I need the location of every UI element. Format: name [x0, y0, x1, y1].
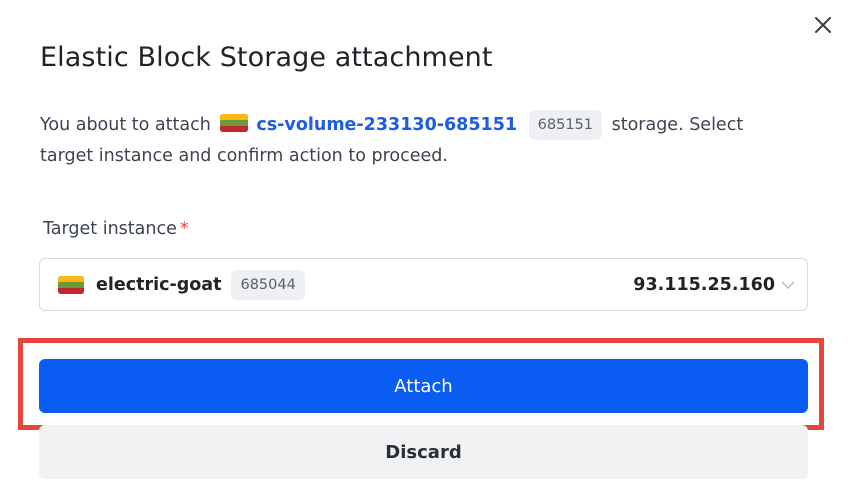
- close-icon: [815, 17, 831, 33]
- instance-id-badge: 685044: [231, 269, 305, 300]
- attach-storage-dialog: Elastic Block Storage attachment You abo…: [0, 0, 848, 495]
- flag-lithuania-icon: [58, 275, 84, 294]
- instance-name: electric-goat: [96, 274, 222, 295]
- volume-link[interactable]: cs-volume-233130-685151: [256, 115, 517, 135]
- target-instance-select[interactable]: electric-goat 685044 93.115.25.160: [39, 258, 808, 311]
- target-instance-label-text: Target instance: [43, 219, 177, 239]
- required-mark: *: [179, 219, 189, 239]
- chevron-down-icon: [781, 281, 795, 289]
- instance-ip: 93.115.25.160: [633, 274, 775, 295]
- discard-button[interactable]: Discard: [39, 425, 808, 479]
- volume-id-badge: 685151: [528, 110, 603, 140]
- description-prefix: You about to attach: [40, 115, 211, 135]
- target-instance-label: Target instance *: [43, 219, 189, 239]
- close-button[interactable]: [808, 10, 838, 40]
- dialog-title: Elastic Block Storage attachment: [40, 42, 493, 73]
- dialog-description: You about to attach cs-volume-233130-685…: [40, 110, 800, 172]
- attach-button-highlight: [18, 338, 824, 430]
- flag-lithuania-icon: [220, 114, 249, 132]
